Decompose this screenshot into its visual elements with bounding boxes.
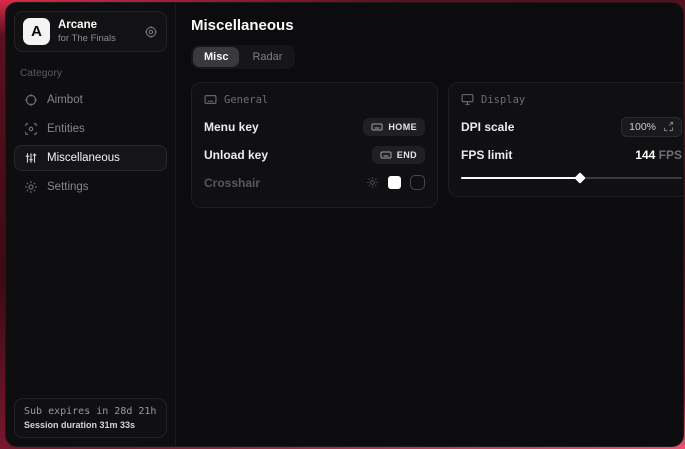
- sidebar-item-entities[interactable]: Entities: [14, 116, 167, 142]
- subscription-info-box: Sub expires in 28d 21h Session duration …: [14, 398, 167, 438]
- sidebar-item-miscellaneous[interactable]: Miscellaneous: [14, 145, 167, 171]
- target-icon[interactable]: [144, 25, 158, 39]
- fps-limit-label: FPS limit: [461, 148, 512, 162]
- scan-icon: [24, 122, 38, 136]
- dpi-scale-value: 100%: [629, 121, 656, 133]
- slider-thumb[interactable]: [575, 172, 586, 183]
- page-title: Miscellaneous: [191, 17, 684, 34]
- fps-limit-row: FPS limit 144 FPS: [461, 142, 682, 167]
- main-content: Miscellaneous Misc Radar General: [176, 3, 684, 446]
- sidebar-item-label: Entities: [47, 123, 85, 135]
- display-card: Display DPI scale 100%: [448, 82, 684, 197]
- fps-limit-slider[interactable]: [461, 172, 682, 184]
- menu-key-row: Menu key HOME: [204, 114, 425, 139]
- sidebar-item-label: Aimbot: [47, 94, 83, 106]
- app-window: A Arcane for The Finals Category: [5, 2, 684, 447]
- card-title: Display: [481, 94, 525, 106]
- scaling-icon: [663, 121, 674, 132]
- fps-slider-fill: [461, 177, 580, 179]
- menu-key-bind-button[interactable]: HOME: [363, 118, 425, 136]
- sidebar-item-label: Miscellaneous: [47, 152, 120, 164]
- fps-limit-value: 144: [635, 148, 655, 162]
- tab-radar[interactable]: Radar: [241, 47, 293, 67]
- app-subtitle: for The Finals: [58, 33, 136, 45]
- app-logo: A: [23, 18, 50, 45]
- general-card: General Menu key HOME Unload key: [191, 82, 438, 208]
- tab-misc[interactable]: Misc: [193, 47, 239, 67]
- sidebar-item-settings[interactable]: Settings: [14, 174, 167, 200]
- session-duration-text: Session duration 31m 33s: [24, 420, 157, 430]
- unload-key-value: END: [397, 150, 417, 160]
- crosshair-checkbox[interactable]: [410, 175, 425, 190]
- sidebar: A Arcane for The Finals Category: [6, 3, 176, 446]
- gear-icon: [24, 180, 38, 194]
- unload-key-bind-button[interactable]: END: [372, 146, 425, 164]
- card-title: General: [224, 94, 268, 106]
- menu-key-label: Menu key: [204, 120, 259, 134]
- crosshair-color-swatch[interactable]: [388, 176, 401, 189]
- app-name: Arcane: [58, 18, 136, 32]
- sidebar-item-aimbot[interactable]: Aimbot: [14, 87, 167, 113]
- fps-limit-unit: FPS: [659, 148, 682, 162]
- keyboard-icon: [371, 121, 383, 133]
- app-header-card: A Arcane for The Finals: [14, 11, 167, 52]
- tab-bar: Misc Radar: [191, 45, 295, 69]
- crosshair-icon: [24, 93, 38, 107]
- sliders-icon: [24, 151, 38, 165]
- gear-icon[interactable]: [366, 176, 379, 189]
- dpi-scale-label: DPI scale: [461, 120, 514, 134]
- sub-expires-text: Sub expires in 28d 21h: [24, 406, 157, 417]
- sidebar-nav: Aimbot Entities: [14, 87, 167, 200]
- dpi-scale-select[interactable]: 100%: [621, 117, 682, 137]
- dpi-scale-row: DPI scale 100%: [461, 114, 682, 139]
- category-label: Category: [20, 68, 161, 79]
- unload-key-row: Unload key END: [204, 142, 425, 167]
- unload-key-label: Unload key: [204, 148, 268, 162]
- menu-key-value: HOME: [388, 122, 417, 132]
- cards-row: General Menu key HOME Unload key: [191, 82, 684, 208]
- sidebar-item-label: Settings: [47, 181, 89, 193]
- keyboard-icon: [204, 93, 217, 106]
- crosshair-label: Crosshair: [204, 176, 260, 190]
- monitor-icon: [461, 93, 474, 106]
- keyboard-icon: [380, 149, 392, 161]
- crosshair-row: Crosshair: [204, 170, 425, 195]
